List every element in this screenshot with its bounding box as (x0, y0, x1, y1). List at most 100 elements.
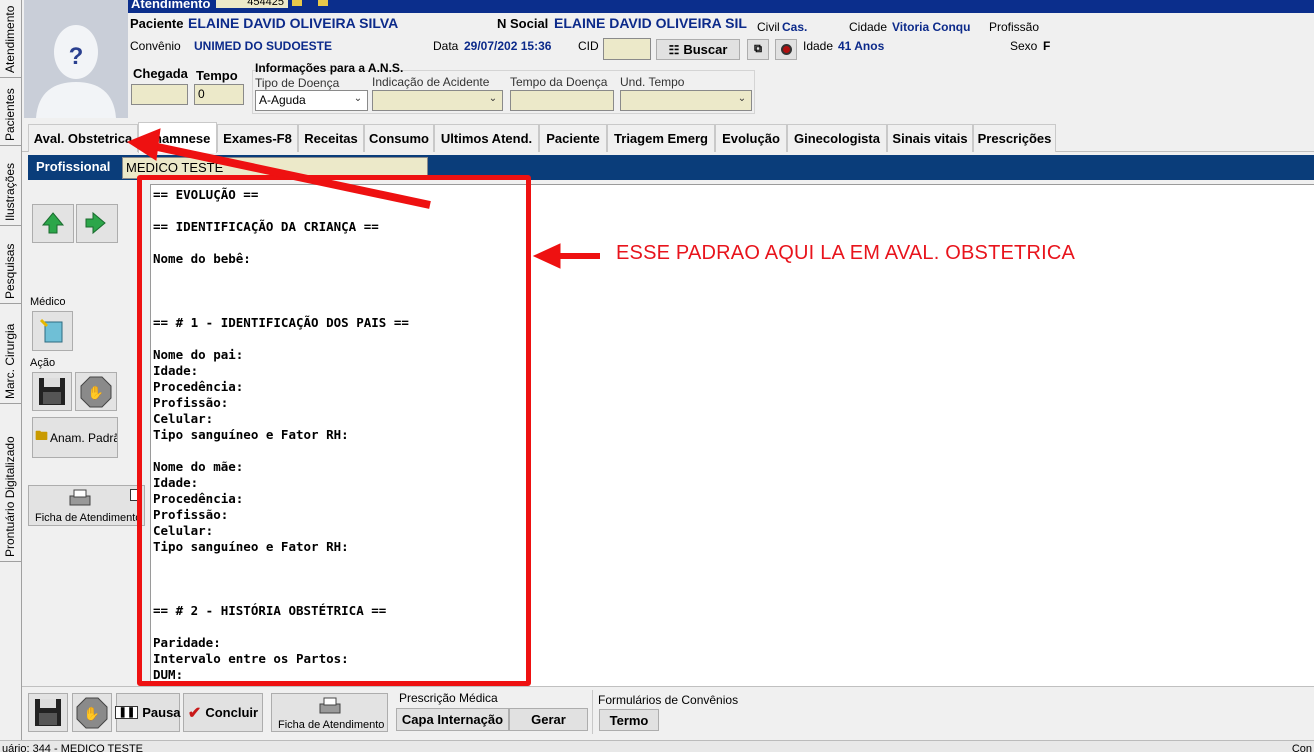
vtab-ilustracoes[interactable]: Ilustrações (0, 146, 22, 226)
tab-ultimos-atend[interactable]: Ultimos Atend. (434, 124, 539, 152)
status-bar: uário: 344 - MEDICO TESTE Con (0, 740, 1314, 752)
save-button[interactable] (32, 372, 72, 411)
record-icon[interactable] (775, 39, 797, 60)
und-tempo-select[interactable]: ⌄ (620, 90, 752, 111)
tab-paciente[interactable]: Paciente (539, 124, 607, 152)
bottom-divider (592, 690, 593, 734)
floppy-disk-icon (35, 699, 61, 726)
tempo-label: Tempo (196, 68, 238, 83)
chevron-down-icon: ⌄ (488, 93, 498, 104)
concluir-label: Concluir (205, 705, 259, 720)
vtab-pesquisas[interactable]: Pesquisas (0, 226, 22, 304)
civil-label: Civil (757, 20, 780, 34)
pausa-button[interactable]: ❚❚ Pausa (115, 693, 181, 732)
chevron-down-icon: ⌄ (353, 93, 363, 104)
tab-consumo[interactable]: Consumo (364, 124, 434, 152)
tab-anamnese[interactable]: Anamnese (138, 122, 217, 153)
ficha-atendimento-side-button[interactable]: Ficha de Atendimento (28, 485, 145, 526)
tempo-doenca-input[interactable] (510, 90, 614, 111)
buscar-button[interactable]: ☷ Buscar (656, 39, 740, 60)
tab-label: Ultimos Atend. (440, 131, 533, 146)
atendimento-value: 454425 (247, 0, 284, 8)
tab-triagem-emerg[interactable]: Triagem Emerg (607, 124, 715, 152)
tab-bar: Aval. Obstetrica Anamnese Exames-F8 Rece… (22, 122, 1314, 153)
vtab-prontuario-digitalizado[interactable]: Prontuário Digitalizado (0, 404, 22, 562)
cidade-value: Vitoria Conqu (892, 20, 971, 34)
previous-button[interactable] (32, 204, 74, 243)
nsocial-value: ELAINE DAVID OLIVEIRA SIL (554, 15, 747, 31)
data-value: 29/07/202 15:36 (464, 39, 552, 53)
cidade-label: Cidade (849, 20, 888, 34)
termo-label: Termo (609, 712, 649, 728)
pause-icon: ❚❚ (115, 706, 139, 719)
status-right: Con (1291, 743, 1312, 752)
tempo-value: 0 (198, 87, 205, 101)
und-tempo-label: Und. Tempo (620, 75, 685, 89)
profissional-label: Profissional (36, 159, 111, 174)
vtab-marc-cirurgia[interactable]: Marc. Cirurgia (0, 304, 22, 404)
tab-aval-obstetrica[interactable]: Aval. Obstetrica (28, 124, 138, 152)
tab-label: Consumo (369, 131, 429, 146)
anam-padrao-button[interactable]: 🖿 Anam. Padrã (32, 417, 118, 458)
tab-prescricoes[interactable]: Prescrições (973, 124, 1056, 152)
stop-hand-icon: ✋ (76, 697, 108, 729)
folder-icon: 🖿 (35, 427, 49, 443)
atendimento-field[interactable]: 454425 (216, 0, 288, 8)
chevron-down-icon: ⌄ (737, 93, 747, 104)
vertical-tab-strip: Atendimento Pacientes Ilustrações Pesqui… (0, 0, 22, 752)
vtab-label: Pacientes (3, 88, 17, 141)
indicacao-select[interactable]: ⌄ (372, 90, 503, 111)
tab-evolucao[interactable]: Evolução (715, 124, 787, 152)
vtab-label: Marc. Cirurgia (3, 323, 17, 399)
sexo-value: F (1043, 39, 1051, 53)
capa-label: Capa Internação (401, 712, 504, 727)
tipo-doenca-select[interactable]: A-Aguda ⌄ (255, 90, 368, 111)
tab-label: Prescrições (977, 131, 1052, 146)
atendimento-label: Atendimento (131, 0, 211, 11)
printer-icon (69, 489, 91, 506)
vtab-atendimento[interactable]: Atendimento (0, 0, 22, 78)
tab-label: Sinais vitais (892, 131, 968, 146)
capa-internacao-button[interactable]: Capa Internação (396, 708, 509, 731)
copy-icon[interactable]: ⧉ (747, 39, 769, 60)
indicacao-label: Indicação de Acidente (372, 75, 490, 89)
acao-label: Ação (30, 357, 56, 369)
convenio-label: Convênio (130, 39, 181, 53)
tempo-input[interactable]: 0 (194, 84, 244, 105)
medico-button[interactable] (32, 311, 73, 351)
tab-ginecologista[interactable]: Ginecologista (787, 124, 887, 152)
cid-input[interactable] (603, 38, 651, 60)
vtab-label: Prontuário Digitalizado (3, 436, 17, 557)
notebook-icon (39, 318, 63, 343)
ans-title: Informações para a A.N.S. (255, 61, 404, 75)
data-label: Data (433, 39, 459, 53)
printer-icon (319, 697, 341, 714)
medico-label: Médico (30, 296, 66, 308)
bottom-save-button[interactable] (28, 693, 68, 732)
gerar-button[interactable]: Gerar (509, 708, 588, 731)
concluir-button[interactable]: ✔ Concluir (183, 693, 263, 732)
chegada-input[interactable] (131, 84, 188, 105)
floppy-disk-icon (39, 378, 65, 405)
next-button[interactable] (76, 204, 118, 243)
tab-label: Anamnese (144, 130, 211, 146)
paciente-label: Paciente (130, 16, 184, 31)
ficha-atendimento-button[interactable]: Ficha de Atendimento (271, 693, 388, 732)
prescricao-title: Prescrição Médica (399, 691, 498, 705)
arrow-up-green-icon (41, 212, 65, 234)
termo-button[interactable]: Termo (599, 709, 659, 731)
vtab-label: Ilustrações (3, 162, 17, 221)
vtab-label: Atendimento (3, 5, 17, 73)
vtab-pacientes[interactable]: Pacientes (0, 78, 22, 146)
checkmark-icon: ✔ (187, 704, 202, 722)
header-top-band (128, 0, 1314, 13)
tab-exames-f8[interactable]: Exames-F8 (217, 124, 298, 152)
chegada-label: Chegada (133, 66, 188, 81)
stop-button[interactable]: ✋ (75, 372, 117, 411)
tab-sinais-vitais[interactable]: Sinais vitais (887, 124, 973, 152)
lookup-icon[interactable] (318, 0, 328, 6)
refresh-icon[interactable] (292, 0, 302, 6)
bottom-stop-button[interactable]: ✋ (72, 693, 112, 732)
svg-text:?: ? (69, 43, 84, 70)
tab-receitas[interactable]: Receitas (298, 124, 364, 152)
